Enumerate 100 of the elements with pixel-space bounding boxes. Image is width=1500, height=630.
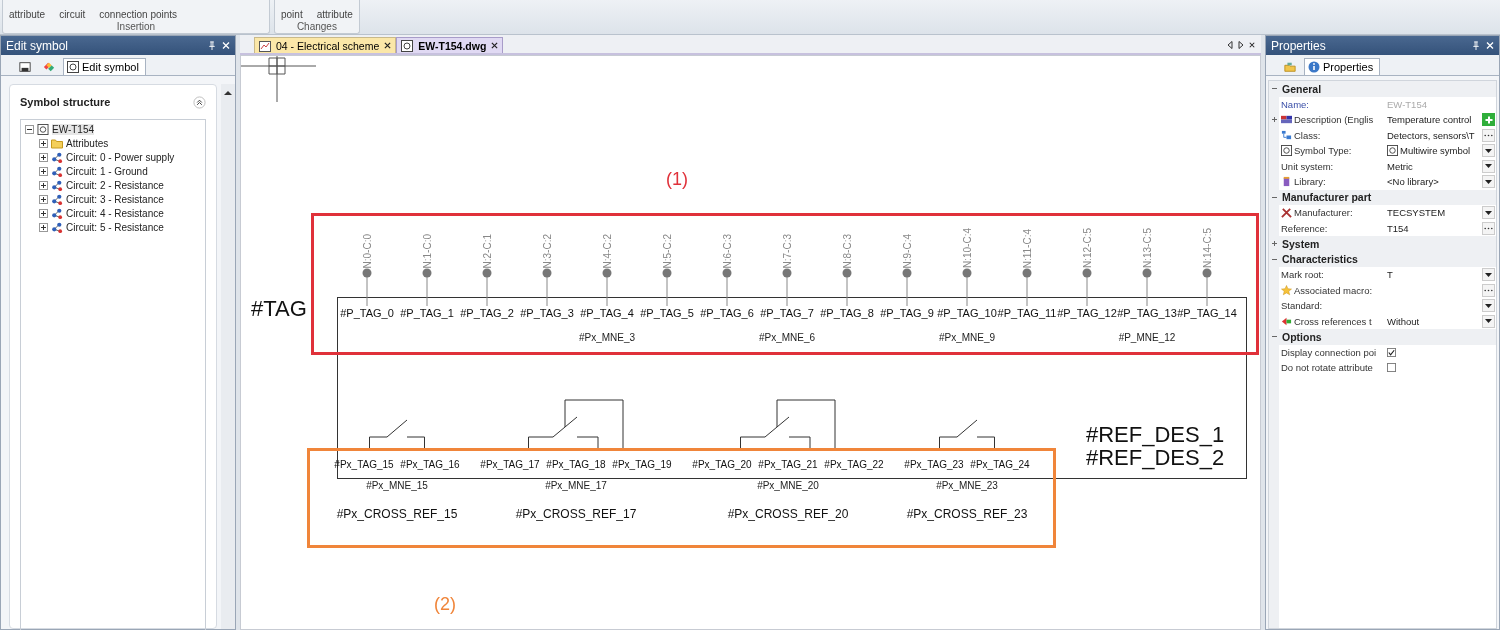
section-header[interactable]: General xyxy=(1282,82,1322,95)
attribute-text: #Px_TAG_17 xyxy=(479,459,541,470)
expand-icon[interactable] xyxy=(39,138,48,148)
ribbon-button[interactable]: attribute xyxy=(7,9,48,20)
connection-pin[interactable] xyxy=(602,268,612,306)
dropdown-button[interactable] xyxy=(1482,175,1495,189)
attribute-text: #Px_MNE_20 xyxy=(757,480,819,491)
property-value[interactable]: Without xyxy=(1387,315,1420,327)
section-header[interactable]: Options xyxy=(1282,330,1322,343)
add-button[interactable] xyxy=(1482,113,1495,127)
expand-icon[interactable] xyxy=(39,166,48,176)
tree-item[interactable]: Circuit: 3 - Resistance xyxy=(66,193,164,205)
ellipsis-icon xyxy=(1484,226,1493,230)
tree-item[interactable]: Attributes xyxy=(66,137,109,149)
document-tab[interactable]: 04 - Electrical scheme xyxy=(254,37,397,53)
connection-pin[interactable] xyxy=(842,268,852,306)
scroll-left-icon[interactable] xyxy=(1227,41,1233,49)
scroll-up-icon[interactable] xyxy=(224,90,232,95)
folder-icon xyxy=(51,137,63,149)
tree-item[interactable]: Circuit: 2 - Resistance xyxy=(66,179,164,191)
property-value[interactable]: <No library> xyxy=(1387,176,1439,188)
section-header[interactable]: System xyxy=(1282,237,1320,250)
ribbon-button[interactable]: circuit xyxy=(57,9,88,20)
node-label: N:9-C:4 xyxy=(901,233,913,268)
property-label: Cross references t xyxy=(1294,315,1372,327)
dropdown-button[interactable] xyxy=(1482,144,1495,158)
node-label: N:11-C:4 xyxy=(1021,228,1033,268)
expand-icon[interactable] xyxy=(39,180,48,190)
expand-icon[interactable] xyxy=(39,222,48,232)
attribute-text: #Px_CROSS_REF_17 xyxy=(515,507,637,521)
caret-icon xyxy=(1485,148,1492,153)
connection-pin[interactable] xyxy=(782,268,792,306)
property-value[interactable]: T xyxy=(1387,269,1393,281)
tree-item[interactable]: Circuit: 1 - Ground xyxy=(66,165,148,177)
connection-pin[interactable] xyxy=(362,268,372,306)
attribute-text: #P_TAG_11 xyxy=(997,307,1057,319)
checkbox[interactable] xyxy=(1387,363,1396,373)
collapse-icon[interactable] xyxy=(25,124,34,134)
scroll-right-icon[interactable] xyxy=(1238,41,1244,49)
dropdown-button[interactable] xyxy=(1482,159,1495,173)
property-label: Name: xyxy=(1281,98,1309,110)
connection-pin[interactable] xyxy=(662,268,672,306)
connection-pin[interactable] xyxy=(1142,268,1152,306)
expand-icon[interactable] xyxy=(39,194,48,204)
close-icon[interactable] xyxy=(491,42,499,49)
attribute-text: #P_TAG_6 xyxy=(700,307,754,319)
property-label: Unit system: xyxy=(1281,160,1334,172)
caret-icon xyxy=(1485,303,1492,308)
group-label: Insertion xyxy=(115,21,157,32)
dropdown-button[interactable] xyxy=(1482,268,1495,282)
ribbon-button[interactable]: attribute xyxy=(314,9,355,20)
connection-pin[interactable] xyxy=(962,268,972,306)
connection-pin[interactable] xyxy=(1202,268,1212,306)
expand-icon[interactable] xyxy=(39,152,48,162)
connection-pin[interactable] xyxy=(482,268,492,306)
tree-item[interactable]: Circuit: 5 - Resistance xyxy=(66,221,164,233)
collapse-icon[interactable] xyxy=(193,95,206,109)
attribute-text: #Px_MNE_9 xyxy=(938,332,996,345)
attribute-text: #P_TAG_8 xyxy=(820,307,874,319)
connection-pin[interactable] xyxy=(422,268,432,306)
property-label: Do not rotate attribute xyxy=(1281,362,1373,374)
drawing-canvas[interactable] xyxy=(240,55,1261,630)
dropdown-button[interactable] xyxy=(1482,314,1495,328)
document-tab[interactable]: EW-T154.dwg xyxy=(396,37,504,53)
tab[interactable]: Edit symbol xyxy=(63,58,146,75)
contact-symbol xyxy=(939,419,995,448)
property-value[interactable]: Metric xyxy=(1387,160,1413,172)
property-value[interactable]: Temperature control xyxy=(1387,114,1472,126)
attribute-text: #Px_MNE_6 xyxy=(758,332,816,345)
tab[interactable]: Properties xyxy=(1304,58,1381,75)
close-icon[interactable] xyxy=(384,42,392,49)
tree-item[interactable]: Circuit: 4 - Resistance xyxy=(66,207,164,219)
pin-icon[interactable] xyxy=(208,41,216,50)
tree-item[interactable]: EW-T154 xyxy=(52,123,95,135)
dropdown-button[interactable] xyxy=(1482,299,1495,313)
node-label: N:3-C:2 xyxy=(541,233,553,268)
connection-pin[interactable] xyxy=(542,268,552,306)
property-value[interactable]: Detectors, sensors\T xyxy=(1387,129,1475,141)
dropdown-button[interactable] xyxy=(1482,206,1495,220)
node-label: N:0-C:0 xyxy=(361,233,373,268)
circuit-icon xyxy=(51,165,63,177)
close-icon[interactable] xyxy=(1249,41,1255,49)
connection-pin[interactable] xyxy=(1082,268,1092,306)
connection-pin[interactable] xyxy=(902,268,912,306)
ribbon-button[interactable]: connection points xyxy=(97,9,180,20)
connection-pin[interactable] xyxy=(722,268,732,306)
symbol-icon xyxy=(37,123,49,135)
scrollbar[interactable] xyxy=(221,84,235,629)
property-label: Manufacturer: xyxy=(1294,207,1353,219)
expand-icon[interactable] xyxy=(39,208,48,218)
property-label: Standard: xyxy=(1281,300,1323,312)
ribbon-button[interactable]: point xyxy=(279,9,305,20)
property-value[interactable]: TECSYSTEM xyxy=(1387,207,1446,219)
connection-pin[interactable] xyxy=(1022,268,1032,306)
property-value[interactable]: T154 xyxy=(1387,222,1409,234)
checkbox[interactable] xyxy=(1387,347,1396,357)
property-value[interactable]: Multiwire symbol xyxy=(1400,145,1471,157)
star-icon xyxy=(1281,284,1292,296)
pin-icon[interactable] xyxy=(1472,41,1480,50)
tree-item[interactable]: Circuit: 0 - Power supply xyxy=(66,151,175,163)
